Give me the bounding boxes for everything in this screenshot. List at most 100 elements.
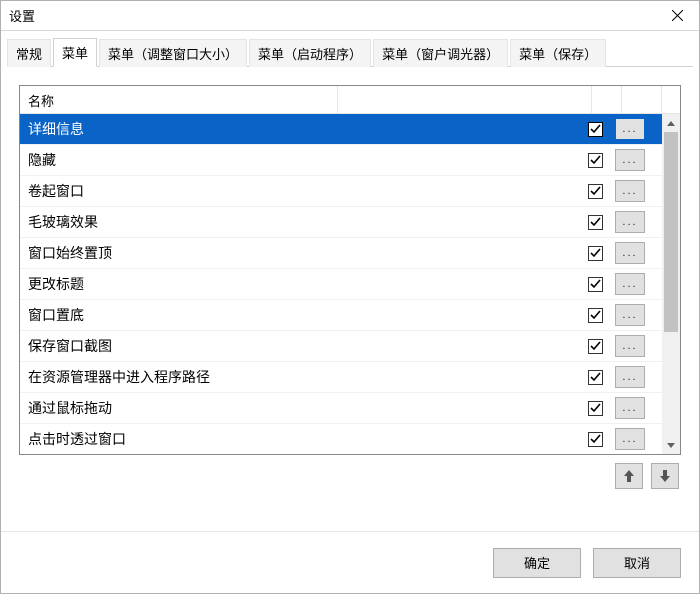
settings-window: 设置 常规 菜单 菜单（调整窗口大小） 菜单（启动程序） 菜单（窗户调光器） 菜单（保存）… bbox=[0, 0, 700, 594]
table-row[interactable]: 隐藏... bbox=[20, 145, 662, 176]
row-enabled-checkbox[interactable] bbox=[588, 246, 603, 261]
row-enabled-cell bbox=[580, 277, 610, 292]
tab-label: 菜单（窗户调光器） bbox=[382, 47, 499, 62]
tab-1[interactable]: 菜单 bbox=[53, 38, 97, 67]
tab-5[interactable]: 菜单（保存） bbox=[510, 39, 606, 67]
move-down-button[interactable] bbox=[651, 463, 679, 489]
check-icon bbox=[590, 217, 601, 228]
cancel-button[interactable]: 取消 bbox=[593, 548, 681, 578]
row-details-button[interactable]: ... bbox=[615, 397, 645, 419]
row-enabled-checkbox[interactable] bbox=[588, 308, 603, 323]
row-name: 详细信息 bbox=[20, 119, 580, 139]
row-action-cell: ... bbox=[610, 211, 650, 233]
scroll-down-button[interactable] bbox=[662, 436, 680, 454]
tab-label: 菜单（调整窗口大小） bbox=[108, 47, 238, 62]
move-up-button[interactable] bbox=[615, 463, 643, 489]
table-row[interactable]: 更改标题... bbox=[20, 269, 662, 300]
dialog-footer: 确定 取消 bbox=[1, 531, 699, 593]
scrollbar-thumb[interactable] bbox=[664, 132, 678, 332]
table-row[interactable]: 点击时透过窗口... bbox=[20, 424, 662, 454]
check-icon bbox=[590, 341, 601, 352]
row-enabled-checkbox[interactable] bbox=[588, 277, 603, 292]
row-details-button[interactable]: ... bbox=[615, 273, 645, 295]
tab-2[interactable]: 菜单（调整窗口大小） bbox=[99, 39, 247, 67]
table-row[interactable]: 详细信息... bbox=[20, 114, 662, 145]
row-details-button[interactable]: ... bbox=[615, 428, 645, 450]
tab-0[interactable]: 常规 bbox=[7, 39, 51, 67]
row-enabled-checkbox[interactable] bbox=[588, 339, 603, 354]
column-header-enabled[interactable] bbox=[592, 86, 622, 113]
row-enabled-checkbox[interactable] bbox=[588, 153, 603, 168]
row-name: 在资源管理器中进入程序路径 bbox=[20, 367, 580, 387]
ok-button[interactable]: 确定 bbox=[493, 548, 581, 578]
check-icon bbox=[590, 372, 601, 383]
check-icon bbox=[590, 248, 601, 259]
row-details-button[interactable]: ... bbox=[615, 242, 645, 264]
window-title: 设置 bbox=[9, 6, 655, 25]
check-icon bbox=[590, 155, 601, 166]
row-name: 通过鼠标拖动 bbox=[20, 398, 580, 418]
vertical-scrollbar[interactable] bbox=[662, 114, 680, 454]
row-name: 卷起窗口 bbox=[20, 181, 580, 201]
row-enabled-cell bbox=[580, 432, 610, 447]
row-name: 毛玻璃效果 bbox=[20, 212, 580, 232]
table-rows: 详细信息...隐藏...卷起窗口...毛玻璃效果...窗口始终置顶...更改标题… bbox=[20, 114, 662, 454]
tab-3[interactable]: 菜单（启动程序） bbox=[249, 39, 371, 67]
tab-content: 名称 详细信息...隐藏...卷起窗口...毛玻璃效果...窗口始终置顶...更… bbox=[1, 67, 699, 531]
tab-label: 菜单 bbox=[62, 46, 88, 61]
row-details-button[interactable]: ... bbox=[615, 118, 645, 140]
row-enabled-cell bbox=[580, 308, 610, 323]
row-action-cell: ... bbox=[610, 118, 650, 140]
row-enabled-cell bbox=[580, 184, 610, 199]
table-row[interactable]: 保存窗口截图... bbox=[20, 331, 662, 362]
menu-items-table: 名称 详细信息...隐藏...卷起窗口...毛玻璃效果...窗口始终置顶...更… bbox=[19, 85, 681, 455]
row-details-button[interactable]: ... bbox=[615, 366, 645, 388]
reorder-toolbar bbox=[19, 463, 681, 489]
row-details-button[interactable]: ... bbox=[615, 180, 645, 202]
row-action-cell: ... bbox=[610, 242, 650, 264]
row-enabled-checkbox[interactable] bbox=[588, 122, 603, 137]
close-icon bbox=[672, 10, 683, 21]
table-row[interactable]: 在资源管理器中进入程序路径... bbox=[20, 362, 662, 393]
row-action-cell: ... bbox=[610, 304, 650, 326]
row-details-button[interactable]: ... bbox=[615, 211, 645, 233]
table-body: 详细信息...隐藏...卷起窗口...毛玻璃效果...窗口始终置顶...更改标题… bbox=[20, 114, 680, 454]
column-header-action[interactable] bbox=[622, 86, 662, 113]
row-action-cell: ... bbox=[610, 335, 650, 357]
column-header-name[interactable]: 名称 bbox=[20, 86, 338, 113]
table-header: 名称 bbox=[20, 86, 680, 114]
check-icon bbox=[590, 403, 601, 414]
row-enabled-cell bbox=[580, 370, 610, 385]
tab-4[interactable]: 菜单（窗户调光器） bbox=[373, 39, 508, 67]
table-row[interactable]: 窗口置底... bbox=[20, 300, 662, 331]
check-icon bbox=[590, 310, 601, 321]
tab-label: 常规 bbox=[16, 47, 42, 62]
check-icon bbox=[590, 124, 601, 135]
chevron-up-icon bbox=[667, 121, 675, 126]
row-details-button[interactable]: ... bbox=[615, 149, 645, 171]
column-header-spacer bbox=[338, 86, 592, 113]
row-enabled-checkbox[interactable] bbox=[588, 370, 603, 385]
row-enabled-checkbox[interactable] bbox=[588, 401, 603, 416]
table-row[interactable]: 通过鼠标拖动... bbox=[20, 393, 662, 424]
row-enabled-checkbox[interactable] bbox=[588, 432, 603, 447]
row-action-cell: ... bbox=[610, 366, 650, 388]
row-details-button[interactable]: ... bbox=[615, 335, 645, 357]
table-row[interactable]: 窗口始终置顶... bbox=[20, 238, 662, 269]
arrow-up-icon bbox=[624, 470, 634, 482]
close-button[interactable] bbox=[655, 1, 699, 31]
scroll-up-button[interactable] bbox=[662, 114, 680, 132]
chevron-down-icon bbox=[667, 443, 675, 448]
row-enabled-cell bbox=[580, 339, 610, 354]
row-action-cell: ... bbox=[610, 397, 650, 419]
row-name: 保存窗口截图 bbox=[20, 336, 580, 356]
row-details-button[interactable]: ... bbox=[615, 304, 645, 326]
row-enabled-checkbox[interactable] bbox=[588, 215, 603, 230]
row-enabled-cell bbox=[580, 215, 610, 230]
row-action-cell: ... bbox=[610, 273, 650, 295]
row-enabled-checkbox[interactable] bbox=[588, 184, 603, 199]
table-row[interactable]: 卷起窗口... bbox=[20, 176, 662, 207]
table-row[interactable]: 毛玻璃效果... bbox=[20, 207, 662, 238]
row-name: 更改标题 bbox=[20, 274, 580, 294]
row-action-cell: ... bbox=[610, 428, 650, 450]
